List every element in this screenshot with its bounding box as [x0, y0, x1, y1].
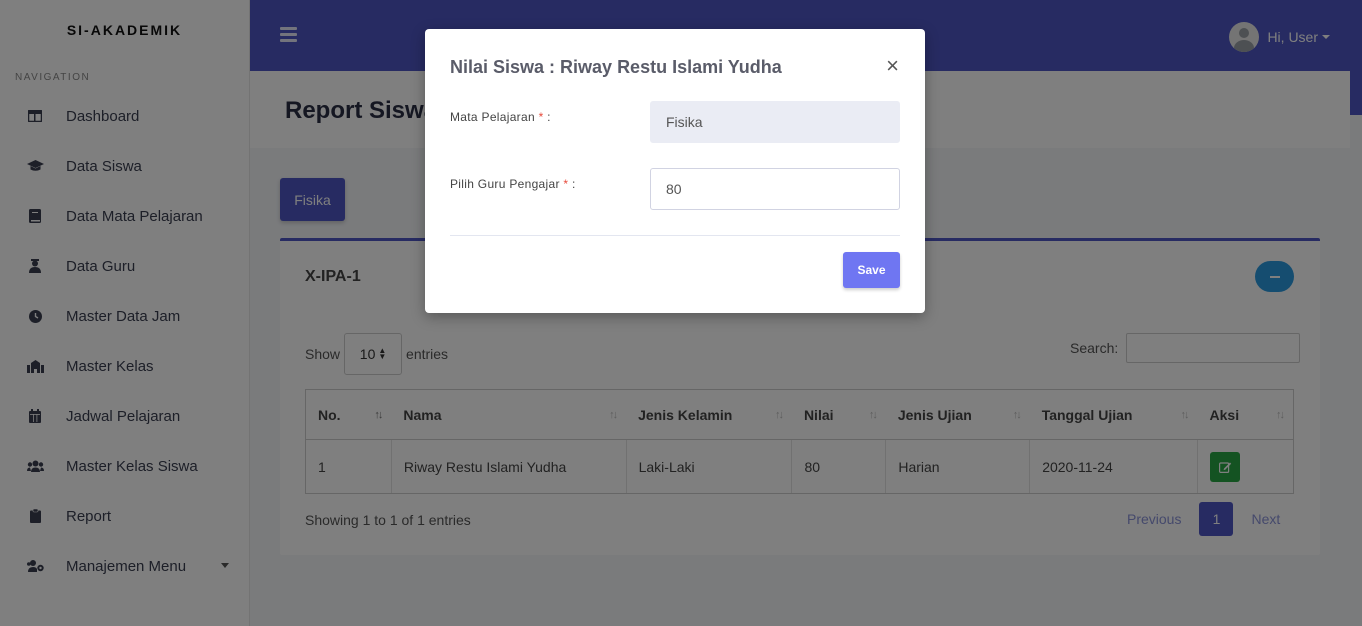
- modal-title: Nilai Siswa : Riway Restu Islami Yudha: [450, 57, 782, 77]
- save-button[interactable]: Save: [843, 252, 900, 288]
- modal-divider: [450, 235, 900, 236]
- close-icon[interactable]: ×: [886, 55, 899, 77]
- mata-pelajaran-label: Mata Pelajaran * :: [450, 110, 551, 124]
- nilai-modal: Nilai Siswa : Riway Restu Islami Yudha ×…: [425, 29, 925, 313]
- nilai-input[interactable]: 80: [650, 168, 900, 210]
- mata-pelajaran-field: Fisika: [650, 101, 900, 143]
- guru-pengajar-label: Pilih Guru Pengajar * :: [450, 177, 576, 191]
